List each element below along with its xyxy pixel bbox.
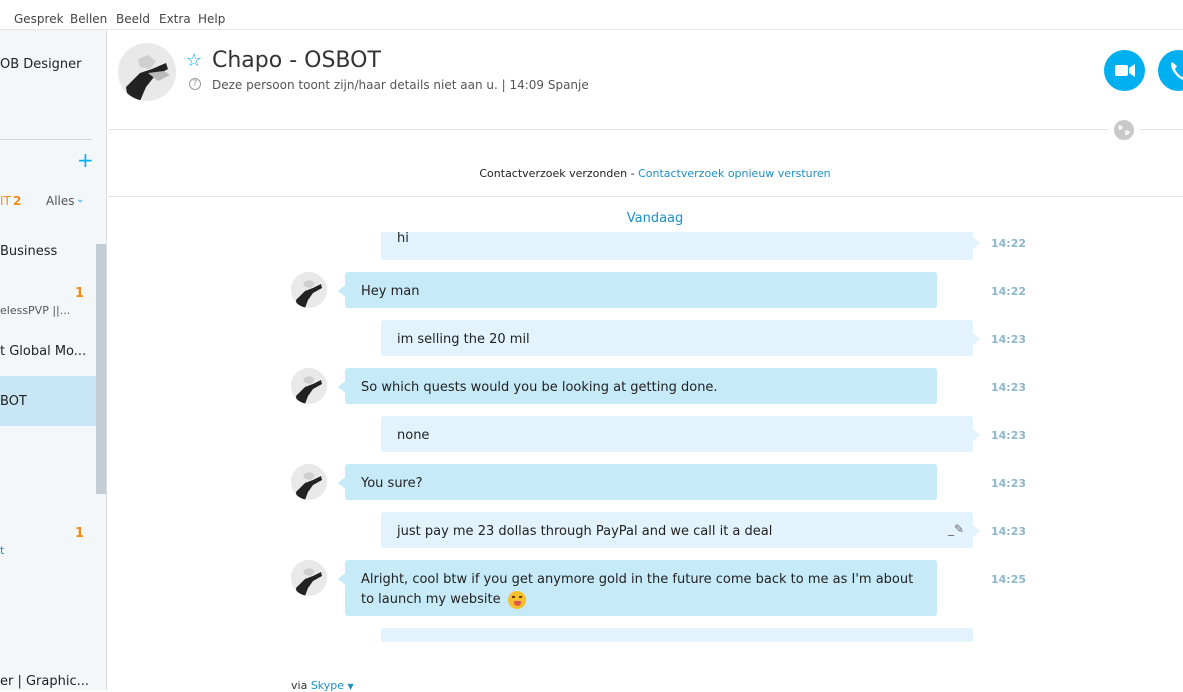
sidebar-profile-name[interactable]: OB Designer	[0, 57, 82, 72]
plus-icon[interactable]: +	[77, 148, 94, 172]
notice-area: Contactverzoek verzonden - Contactverzoe…	[108, 0, 1183, 200]
sidebar-item-t[interactable]: t	[0, 544, 4, 557]
via-skype-dropdown[interactable]: Skype	[311, 679, 344, 692]
message-list[interactable]: hi 14:22 Hey man 14:22 im selling the 20…	[108, 232, 1183, 642]
contact-avatar[interactable]	[291, 272, 327, 308]
message-time: 14:23	[991, 525, 1027, 538]
recent-count-badge: 2	[13, 194, 22, 208]
message-time: 14:25	[991, 573, 1027, 586]
message-text: just pay me 23 dollas through PayPal and…	[397, 524, 773, 539]
message-time: 14:22	[991, 285, 1027, 298]
chevron-down-icon[interactable]: ⌄	[76, 194, 84, 205]
message-bubble-incoming[interactable]: Hey man	[338, 272, 937, 308]
message-text: Alright, cool btw if you get anymore gol…	[361, 572, 914, 607]
date-separator: Vandaag	[626, 211, 684, 226]
sidebar-item-graphic[interactable]: er | Graphic...	[0, 674, 89, 689]
message-bubble-incoming[interactable]: So which quests would you be looking at …	[338, 368, 937, 404]
sidebar-item-business[interactable]: Business	[0, 244, 57, 259]
sidebar-item-osbot[interactable]: BOT	[0, 394, 27, 409]
pencil-icon[interactable]: _✎	[948, 522, 964, 536]
resend-request-link[interactable]: Contactverzoek opnieuw versturen	[638, 167, 831, 180]
message-bubble-outgoing[interactable]: just pay me 23 dollas through PayPal and…	[381, 512, 980, 548]
recent-label: IT	[0, 194, 11, 208]
message-bubble-outgoing[interactable]: im selling the 20 mil	[381, 320, 980, 356]
message-text: So which quests would you be looking at …	[361, 380, 718, 395]
message-time: 14:23	[991, 429, 1027, 442]
contact-request-notice: Contactverzoek verzonden - Contactverzoe…	[108, 167, 1183, 180]
via-label: via	[291, 679, 308, 692]
message-text: none	[397, 428, 430, 443]
unread-badge: 1	[75, 286, 85, 301]
message-time: 14:22	[991, 237, 1027, 250]
filter-dropdown[interactable]: Alles	[46, 194, 75, 208]
tongue-emoji-icon[interactable]	[507, 590, 526, 609]
sidebar-item-global[interactable]: t Global Mo...	[0, 344, 86, 359]
message-text: You sure?	[361, 476, 423, 491]
message-bubble-incoming[interactable]: You sure?	[338, 464, 937, 500]
notice-divider	[108, 196, 1183, 197]
message-text: Hey man	[361, 284, 420, 299]
sidebar: OB Designer + IT 2 Alles ⌄ Business 1 el…	[0, 30, 107, 690]
message-text: im selling the 20 mil	[397, 332, 530, 347]
menu-gesprek[interactable]: Gesprek	[14, 12, 64, 26]
message-bubble-outgoing[interactable]: none	[381, 416, 980, 452]
message-bubble-incoming[interactable]: Alright, cool btw if you get anymore gol…	[338, 560, 937, 616]
message-bubble-outgoing[interactable]	[381, 628, 980, 642]
message-bubble-outgoing[interactable]: hi	[381, 232, 980, 260]
contact-request-text: Contactverzoek verzonden -	[479, 167, 639, 180]
message-time: 14:23	[991, 477, 1027, 490]
sidebar-divider	[0, 139, 92, 140]
sidebar-item-pvp[interactable]: elessPVP ||...	[0, 304, 70, 317]
message-time: 14:23	[991, 381, 1027, 394]
menu-bellen[interactable]: Bellen	[70, 12, 107, 26]
unread-badge: 1	[75, 526, 85, 541]
via-selector: via Skype ▼	[291, 679, 354, 692]
contact-avatar[interactable]	[291, 464, 327, 500]
contact-avatar[interactable]	[291, 560, 327, 596]
sidebar-scrollbar[interactable]	[96, 244, 106, 494]
message-time: 14:23	[991, 333, 1027, 346]
contact-avatar[interactable]	[291, 368, 327, 404]
message-text: hi	[397, 232, 409, 246]
